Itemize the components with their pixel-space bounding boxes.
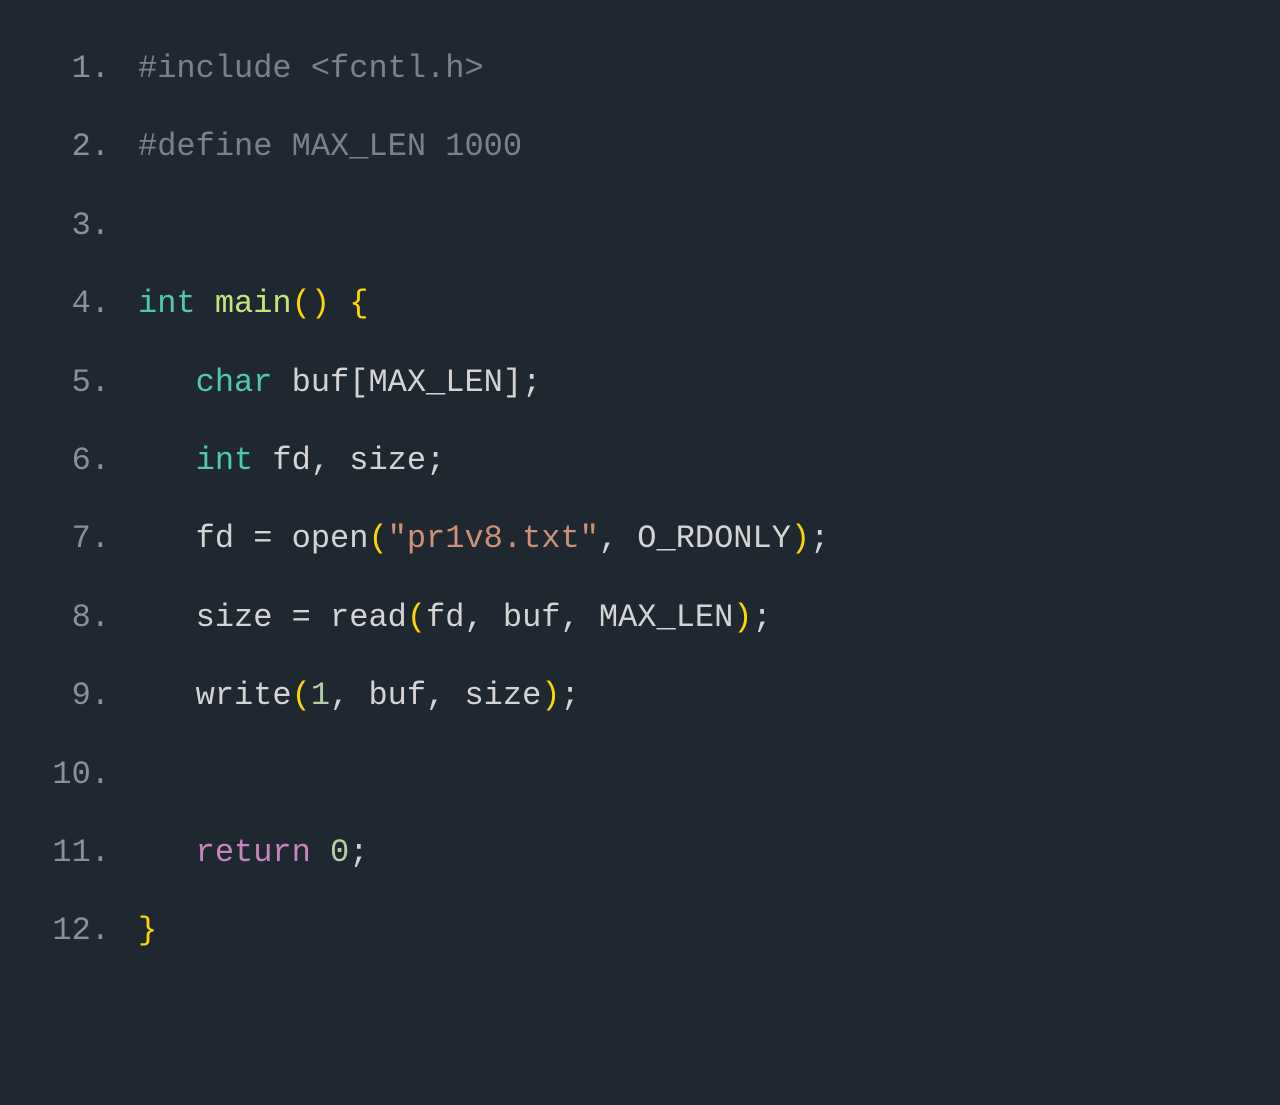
token-identifier: read (311, 599, 407, 636)
token-identifier: , O_RDONLY (599, 520, 791, 557)
line-number: 10. (40, 736, 110, 814)
token-keyword-control: return (196, 834, 311, 871)
code-block: 1. #include <fcntl.h> 2. #define MAX_LEN 10… (40, 30, 1240, 971)
code-line: 3. (40, 187, 1240, 265)
token-operator: = (292, 599, 311, 636)
line-number: 12. (40, 892, 110, 970)
token-paren: ( (368, 520, 387, 557)
code-content: #define MAX_LEN 1000 (138, 108, 1240, 186)
token-preprocessor: #define MAX_LEN 1000 (138, 128, 522, 165)
token-paren: ) (733, 599, 752, 636)
line-number: 3. (40, 187, 110, 265)
token-preprocessor: #include <fcntl.h> (138, 50, 484, 87)
token-punct (330, 285, 349, 322)
token-paren: ( (292, 677, 311, 714)
code-line: 10. (40, 736, 1240, 814)
token-keyword-type: int (196, 442, 254, 479)
token-identifier: write (138, 677, 292, 714)
code-line: 4. int main() { (40, 265, 1240, 343)
token-main-fn: main (215, 285, 292, 322)
line-number: 11. (40, 814, 110, 892)
code-line: 6. int fd, size; (40, 422, 1240, 500)
code-line: 2. #define MAX_LEN 1000 (40, 108, 1240, 186)
token-punct: ; (753, 599, 772, 636)
token-paren: () (292, 285, 330, 322)
code-content: int main() { (138, 265, 1240, 343)
token-keyword-type: char (196, 364, 273, 401)
token-punct (196, 285, 215, 322)
code-content: size = read(fd, buf, MAX_LEN); (138, 579, 1240, 657)
token-identifier: size (138, 599, 292, 636)
code-line: 9. write(1, buf, size); (40, 657, 1240, 735)
line-number: 9. (40, 657, 110, 735)
line-number: 5. (40, 344, 110, 422)
token-paren: ) (541, 677, 560, 714)
line-number: 7. (40, 500, 110, 578)
code-line: 7. fd = open("pr1v8.txt", O_RDONLY); (40, 500, 1240, 578)
line-number: 8. (40, 579, 110, 657)
token-keyword-type: int (138, 285, 196, 322)
token-paren: ) (791, 520, 810, 557)
token-brace: } (138, 912, 157, 949)
token-identifier: fd, buf, MAX_LEN (426, 599, 733, 636)
code-line: 12.} (40, 892, 1240, 970)
token-punct (138, 442, 196, 479)
line-number: 1. (40, 30, 110, 108)
line-number: 4. (40, 265, 110, 343)
token-brace: { (349, 285, 368, 322)
token-punct: ; (560, 677, 579, 714)
token-identifier: fd (138, 520, 253, 557)
code-content: } (138, 892, 1240, 970)
code-content: int fd, size; (138, 422, 1240, 500)
code-line: 11. return 0; (40, 814, 1240, 892)
token-number: 0 (330, 834, 349, 871)
code-content: write(1, buf, size); (138, 657, 1240, 735)
code-line: 8. size = read(fd, buf, MAX_LEN); (40, 579, 1240, 657)
line-number: 6. (40, 422, 110, 500)
line-number: 2. (40, 108, 110, 186)
token-paren: ( (407, 599, 426, 636)
token-string: "pr1v8.txt" (388, 520, 599, 557)
token-punct: ; (349, 834, 368, 871)
token-punct: ; (810, 520, 829, 557)
token-identifier: open (272, 520, 368, 557)
code-line: 5. char buf[MAX_LEN]; (40, 344, 1240, 422)
token-number: 1 (311, 677, 330, 714)
token-identifier: , buf, size (330, 677, 541, 714)
token-punct (311, 834, 330, 871)
token-punct (138, 364, 196, 401)
token-punct (138, 834, 196, 871)
token-operator: = (253, 520, 272, 557)
code-content: fd = open("pr1v8.txt", O_RDONLY); (138, 500, 1240, 578)
code-content: return 0; (138, 814, 1240, 892)
code-line: 1. #include <fcntl.h> (40, 30, 1240, 108)
code-content: char buf[MAX_LEN]; (138, 344, 1240, 422)
token-identifier: fd, size; (253, 442, 445, 479)
token-identifier: buf[MAX_LEN]; (272, 364, 541, 401)
code-content: #include <fcntl.h> (138, 30, 1240, 108)
